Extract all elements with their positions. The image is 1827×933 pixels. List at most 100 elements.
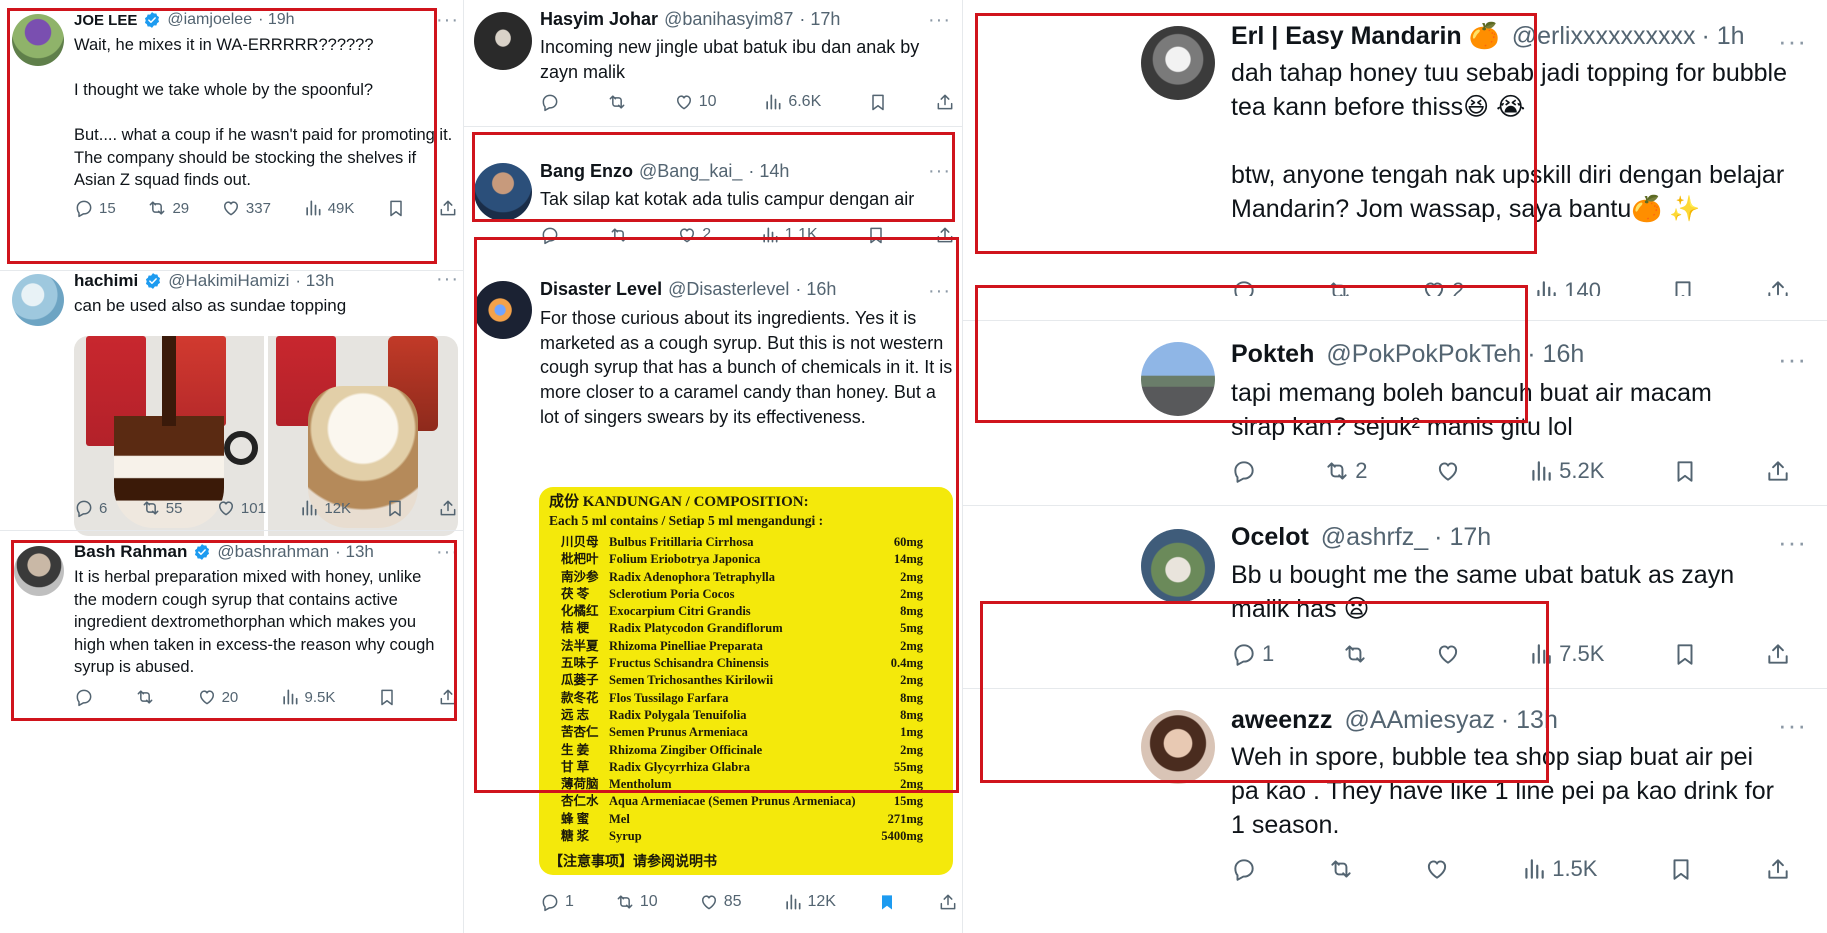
tweet-ocelot[interactable]: Ocelot @ashrfz_ · 17h ··· Bb u bought me… xyxy=(963,515,1827,685)
tweet-pokteh[interactable]: Pokteh @PokPokPokTeh · 16h ··· tapi mema… xyxy=(963,332,1827,502)
reply-button[interactable] xyxy=(540,225,560,245)
display-name[interactable]: hachimi xyxy=(74,271,138,291)
display-name[interactable]: Bash Rahman xyxy=(74,542,187,562)
reply-button[interactable]: 6 xyxy=(74,498,107,518)
handle[interactable]: @PokPokPokTeh xyxy=(1326,340,1521,369)
handle[interactable]: @bashrahman xyxy=(217,542,329,562)
share-button[interactable] xyxy=(1765,458,1791,484)
views-button[interactable]: 49K xyxy=(303,198,354,218)
tweet-erl-easy-mandarin[interactable]: Erl | Easy Mandarin 🍊 @erlixxxxxxxxxx · … xyxy=(963,16,1827,296)
bookmark-button[interactable] xyxy=(385,498,405,518)
more-options-icon[interactable]: ··· xyxy=(1778,346,1807,372)
timestamp[interactable]: · 17h xyxy=(1434,523,1491,552)
handle[interactable]: @banihasyim87 xyxy=(664,9,793,30)
like-button[interactable]: 337 xyxy=(221,198,271,218)
display-name[interactable]: JOE LEE xyxy=(74,12,137,29)
share-button[interactable] xyxy=(1765,278,1791,296)
handle[interactable]: @iamjoelee xyxy=(167,11,252,29)
share-button[interactable] xyxy=(1765,641,1791,667)
timestamp[interactable]: · 16h xyxy=(1527,340,1584,369)
handle[interactable]: @HakimiHamizi xyxy=(168,271,289,291)
share-button[interactable] xyxy=(935,225,955,245)
bookmark-button[interactable] xyxy=(1670,278,1696,296)
share-button[interactable] xyxy=(1765,856,1791,882)
like-button[interactable]: 2 xyxy=(1421,278,1464,296)
retweet-button[interactable] xyxy=(135,687,155,707)
like-button[interactable] xyxy=(1424,856,1450,882)
handle[interactable]: @AAmiesyaz xyxy=(1344,706,1494,735)
reply-button[interactable] xyxy=(1231,856,1257,882)
handle[interactable]: @Disasterlevel xyxy=(668,279,789,300)
display-name[interactable]: Erl | Easy Mandarin 🍊 xyxy=(1231,22,1500,51)
bookmark-button[interactable] xyxy=(1668,856,1694,882)
like-button[interactable] xyxy=(1435,641,1461,667)
reply-button[interactable] xyxy=(1231,458,1257,484)
more-options-icon[interactable]: ··· xyxy=(928,281,951,301)
avatar[interactable] xyxy=(1141,26,1215,100)
views-button[interactable]: 9.5K xyxy=(280,687,335,707)
avatar[interactable] xyxy=(1141,529,1215,603)
tweet-aweenzz[interactable]: aweenzz @AAmiesyaz · 13h ··· Weh in spor… xyxy=(963,700,1827,915)
views-button[interactable]: 1.5K xyxy=(1521,856,1597,882)
views-button[interactable]: 7.5K xyxy=(1528,641,1604,667)
timestamp[interactable]: · 19h xyxy=(258,11,294,29)
views-button[interactable]: 12K xyxy=(299,498,351,518)
reply-button[interactable] xyxy=(1231,278,1257,296)
reply-button[interactable]: 1 xyxy=(540,892,574,912)
timestamp[interactable]: · 16h xyxy=(795,279,836,300)
display-name[interactable]: Ocelot xyxy=(1231,523,1309,552)
avatar[interactable] xyxy=(1141,710,1215,784)
tweet-bash-rahman[interactable]: Bash Rahman @bashrahman · 13h ··· It is … xyxy=(0,538,463,723)
retweet-button[interactable] xyxy=(1326,278,1352,296)
reply-button[interactable] xyxy=(74,687,94,707)
bookmark-button[interactable] xyxy=(877,892,897,912)
reply-button[interactable]: 1 xyxy=(1231,641,1274,667)
avatar[interactable] xyxy=(474,281,532,339)
handle[interactable]: @Bang_kai_ xyxy=(639,161,742,182)
share-button[interactable] xyxy=(938,892,958,912)
avatar[interactable] xyxy=(474,12,532,70)
share-button[interactable] xyxy=(438,198,458,218)
handle[interactable]: @ashrfz_ xyxy=(1321,523,1428,552)
like-button[interactable]: 20 xyxy=(197,687,238,707)
bookmark-button[interactable] xyxy=(866,225,886,245)
reply-button[interactable]: 15 xyxy=(74,198,116,218)
share-button[interactable] xyxy=(438,687,458,707)
bookmark-button[interactable] xyxy=(1672,458,1698,484)
more-options-icon[interactable]: ··· xyxy=(436,542,459,562)
retweet-button[interactable]: 29 xyxy=(147,198,189,218)
retweet-button[interactable] xyxy=(1328,856,1354,882)
more-options-icon[interactable]: ··· xyxy=(1778,712,1807,738)
views-button[interactable]: 1.1K xyxy=(760,225,818,245)
retweet-button[interactable]: 55 xyxy=(141,498,182,518)
bookmark-button[interactable] xyxy=(868,92,888,112)
bookmark-button[interactable] xyxy=(386,198,406,218)
avatar[interactable] xyxy=(12,14,64,66)
share-button[interactable] xyxy=(935,92,955,112)
ingredient-label-image[interactable]: 成份 KANDUNGAN / COMPOSITION: Each 5 ml co… xyxy=(539,487,953,875)
retweet-button[interactable] xyxy=(1342,641,1368,667)
tweet-joe-lee[interactable]: JOE LEE @iamjoelee · 19h ··· Wait, he mi… xyxy=(0,0,463,270)
avatar[interactable] xyxy=(12,274,64,326)
like-button[interactable]: 85 xyxy=(699,892,742,912)
views-button[interactable]: 6.6K xyxy=(763,92,821,112)
views-button[interactable]: 12K xyxy=(783,892,836,912)
timestamp[interactable]: · 13h xyxy=(1501,706,1558,735)
like-button[interactable]: 10 xyxy=(674,92,716,112)
timestamp[interactable]: · 1h xyxy=(1701,22,1744,51)
avatar[interactable] xyxy=(1141,342,1215,416)
display-name[interactable]: Pokteh xyxy=(1231,340,1314,369)
like-button[interactable]: 101 xyxy=(216,498,266,518)
timestamp[interactable]: · 13h xyxy=(335,542,374,562)
tweet-disaster-level[interactable]: Disaster Level @Disasterlevel · 16h ··· … xyxy=(464,275,962,925)
like-button[interactable]: 2 xyxy=(677,225,711,245)
bookmark-button[interactable] xyxy=(377,687,397,707)
more-options-icon[interactable]: ··· xyxy=(1778,28,1807,54)
timestamp[interactable]: · 14h xyxy=(748,161,789,182)
retweet-button[interactable]: 2 xyxy=(1324,458,1368,484)
retweet-button[interactable] xyxy=(609,225,629,245)
display-name[interactable]: Hasyim Johar xyxy=(540,9,658,30)
more-options-icon[interactable]: ··· xyxy=(928,161,951,181)
tweet-bang-enzo[interactable]: Bang Enzo @Bang_kai_ · 14h ··· Tak silap… xyxy=(464,153,962,261)
display-name[interactable]: Disaster Level xyxy=(540,279,662,300)
